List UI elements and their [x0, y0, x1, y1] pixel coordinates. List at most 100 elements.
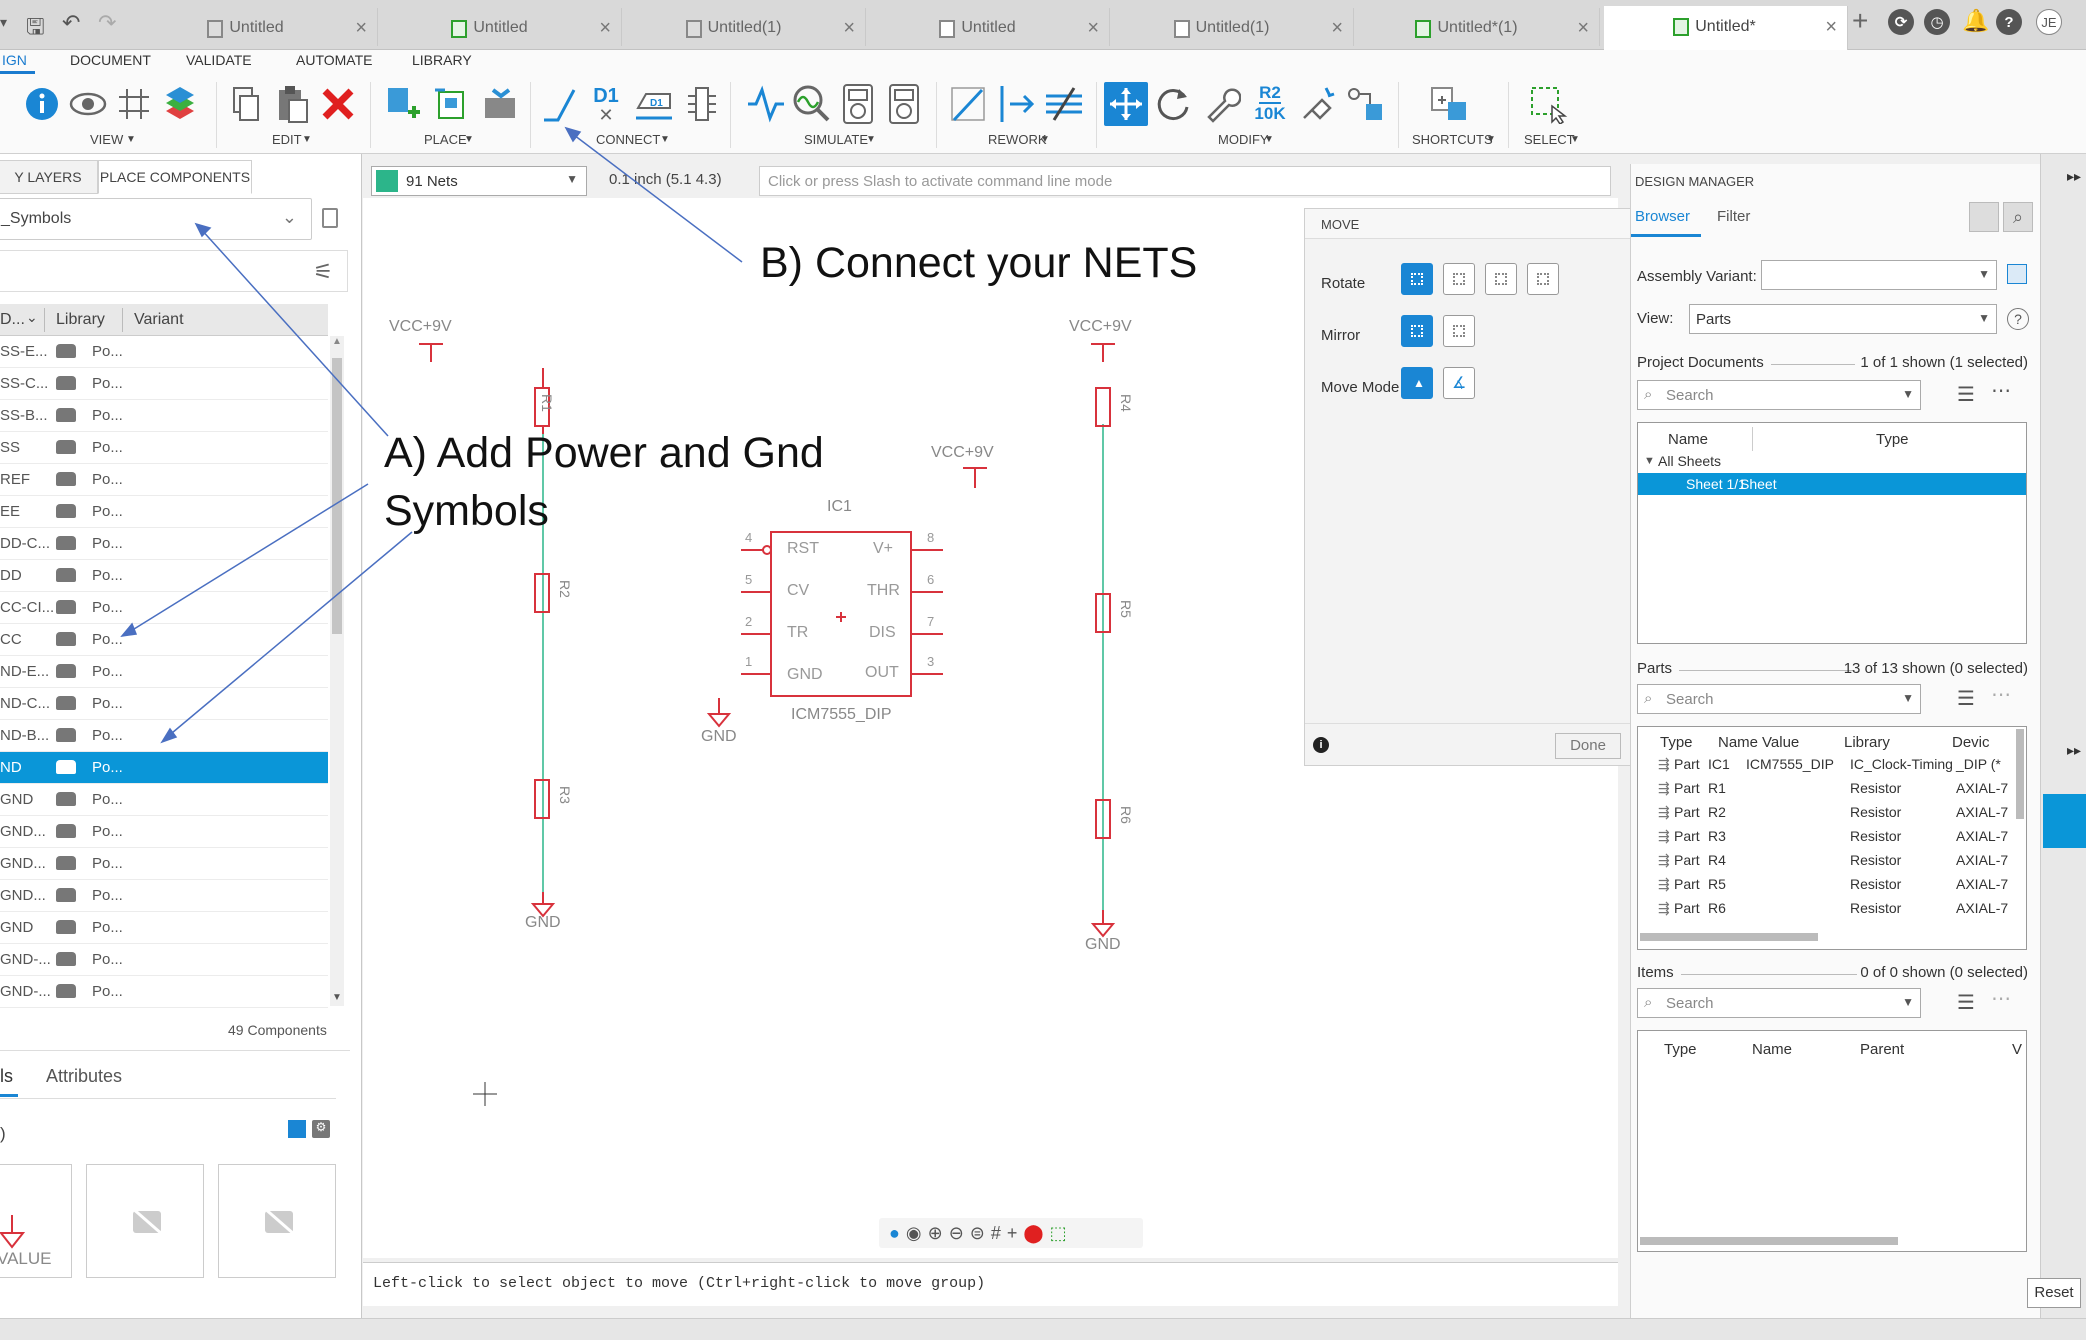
- list-item[interactable]: GND Po...: [0, 912, 328, 944]
- close-icon[interactable]: ×: [1825, 16, 1837, 39]
- items-search[interactable]: ⌕ Search ▼: [1637, 988, 1921, 1018]
- tab-untitled-3d[interactable]: Untitled ×: [136, 8, 378, 46]
- probe-magnifier-icon[interactable]: [790, 82, 834, 126]
- eye-visibility-icon[interactable]: [66, 82, 110, 126]
- col-header-library[interactable]: Library: [1844, 734, 1890, 751]
- notifications-bell-icon[interactable]: 🔔: [1962, 8, 1989, 34]
- list-item[interactable]: REF Po...: [0, 464, 328, 496]
- symbol-preview[interactable]: VALUE: [0, 1164, 72, 1278]
- library-select[interactable]: _Symbols ⌄: [0, 198, 312, 240]
- stop-icon[interactable]: ⬤: [1023, 1223, 1043, 1244]
- parts-search[interactable]: ⌕ Search ▼: [1637, 684, 1921, 714]
- list-item[interactable]: EE Po...: [0, 496, 328, 528]
- col-header-type[interactable]: Type: [1664, 1041, 1697, 1058]
- list-item[interactable]: ND-E... Po...: [0, 656, 328, 688]
- search-icon[interactable]: ⌕: [2003, 202, 2033, 232]
- simulate-signal-icon[interactable]: [744, 82, 788, 126]
- tab-untitled-schematic[interactable]: Untitled ×: [380, 8, 622, 46]
- view-grid-icon[interactable]: [288, 1120, 306, 1138]
- expand-panel-icon[interactable]: ▸▸: [2067, 168, 2081, 185]
- rework-arrow-icon[interactable]: [994, 82, 1038, 126]
- eye-icon[interactable]: ◉: [906, 1223, 922, 1244]
- net-wire-icon[interactable]: [538, 82, 582, 126]
- tab-attributes[interactable]: Attributes: [46, 1066, 122, 1087]
- tab-browser[interactable]: Browser: [1635, 208, 1690, 225]
- list-item[interactable]: ND-C... Po...: [0, 688, 328, 720]
- ribbon-tab-automate[interactable]: AUTOMATE: [288, 52, 381, 70]
- list-item[interactable]: SS-E... Po...: [0, 336, 328, 368]
- command-line-input[interactable]: Click or press Slash to activate command…: [759, 166, 1611, 196]
- library-settings-icon[interactable]: [322, 208, 338, 228]
- ribbon-tab-library[interactable]: LIBRARY: [404, 52, 480, 70]
- info-icon[interactable]: i: [1313, 737, 1329, 753]
- list-options-icon[interactable]: ☰: [1957, 990, 1975, 1015]
- layers-icon[interactable]: [158, 82, 202, 126]
- tab-untitled-board[interactable]: Untitled ×: [868, 8, 1110, 46]
- undo-icon[interactable]: ↶: [62, 10, 80, 36]
- tab-untitled-1-3d[interactable]: Untitled(1) ×: [624, 8, 866, 46]
- expand-panel-icon[interactable]: ▸▸: [2067, 742, 2081, 759]
- wrench-icon[interactable]: [1200, 82, 1244, 126]
- select-box-icon[interactable]: ⬚: [1050, 1223, 1067, 1244]
- list-item[interactable]: GND-... Po...: [0, 944, 328, 976]
- more-options-icon[interactable]: ⋯: [1991, 378, 2011, 403]
- sim-instrument-icon[interactable]: [882, 82, 926, 126]
- 3d-model-preview[interactable]: [218, 1164, 336, 1278]
- rotate-0-button[interactable]: [1401, 263, 1433, 295]
- list-item[interactable]: ND-B... Po...: [0, 720, 328, 752]
- grid-icon[interactable]: #: [991, 1223, 1001, 1244]
- name-net-icon[interactable]: D1 ✕: [584, 82, 628, 126]
- reset-button[interactable]: Reset: [2027, 1278, 2081, 1308]
- rotate-270-button[interactable]: [1527, 263, 1559, 295]
- list-options-icon[interactable]: ☰: [1957, 686, 1975, 711]
- info-icon[interactable]: ●: [889, 1223, 900, 1244]
- rotate-180-button[interactable]: [1485, 263, 1517, 295]
- close-icon[interactable]: ×: [355, 17, 367, 40]
- list-item[interactable]: SS Po...: [0, 432, 328, 464]
- col-header-parent[interactable]: Parent: [1860, 1041, 1904, 1058]
- save-icon[interactable]: 🖫: [26, 10, 45, 48]
- mirror-pins-icon[interactable]: [1344, 82, 1388, 126]
- table-row[interactable]: ⇶ Part R3 Resistor AXIAL-7: [1638, 825, 2026, 849]
- tab-untitled-1-board[interactable]: Untitled(1) ×: [1112, 8, 1354, 46]
- table-row[interactable]: ⇶ Part R2 Resistor AXIAL-7: [1638, 801, 2026, 825]
- smash-icon[interactable]: [1296, 82, 1340, 126]
- close-icon[interactable]: ×: [1331, 17, 1343, 40]
- list-options-icon[interactable]: ☰: [1957, 382, 1975, 407]
- col-header-name[interactable]: Name: [1668, 431, 1708, 448]
- select-pointer-icon[interactable]: [1969, 202, 1999, 232]
- net-class-select[interactable]: 91 Nets ▼: [371, 166, 587, 196]
- ribbon-tab-validate[interactable]: VALIDATE: [178, 52, 260, 70]
- ribbon-tab-document[interactable]: DOCUMENT: [62, 52, 159, 70]
- more-options-icon[interactable]: ⋯: [1991, 682, 2011, 707]
- col-header-v[interactable]: V: [2012, 1041, 2022, 1058]
- list-scrollbar[interactable]: ▲ ▼: [330, 336, 344, 1006]
- shortcuts-icon[interactable]: [1428, 82, 1472, 126]
- info-icon[interactable]: [20, 82, 64, 126]
- side-panel-highlight[interactable]: [2043, 794, 2086, 848]
- help-icon[interactable]: ?: [1996, 9, 2022, 35]
- col-header-library[interactable]: Library: [56, 311, 105, 329]
- rework-slash-icon[interactable]: [946, 82, 990, 126]
- tab-untitled-star-active[interactable]: Untitled* ×: [1604, 6, 1848, 50]
- zoom-in-icon[interactable]: ⊕: [928, 1223, 943, 1244]
- list-item[interactable]: SS-B... Po...: [0, 400, 328, 432]
- filter-sliders-icon[interactable]: ⚟: [313, 259, 333, 285]
- ribbon-tab-design[interactable]: IGN: [0, 52, 35, 74]
- table-row[interactable]: ⇶ Part IC1 ICM7555_DIP IC_Clock-Timing _DIP (…: [1638, 753, 2026, 777]
- table-row[interactable]: ⇶ Part R5 Resistor AXIAL-7: [1638, 873, 2026, 897]
- mirror-on-button[interactable]: [1443, 315, 1475, 347]
- done-button[interactable]: Done: [1555, 733, 1621, 759]
- parts-hscrollbar-thumb[interactable]: [1640, 933, 1818, 941]
- col-header-type[interactable]: Type: [1876, 431, 1909, 448]
- settings-gear-icon[interactable]: ⚙: [312, 1120, 330, 1138]
- move-mode-angle-button[interactable]: ∡: [1443, 367, 1475, 399]
- items-hscrollbar-thumb[interactable]: [1640, 1237, 1898, 1245]
- table-row[interactable]: ⇶ Part R4 Resistor AXIAL-7: [1638, 849, 2026, 873]
- project-documents-search[interactable]: ⌕ Search ▼: [1637, 380, 1921, 410]
- list-item[interactable]: DD Po...: [0, 560, 328, 592]
- bus-icon[interactable]: [680, 82, 724, 126]
- col-header-device[interactable]: D...: [0, 311, 25, 329]
- list-item[interactable]: GND... Po...: [0, 848, 328, 880]
- col-header-value[interactable]: Value: [1762, 734, 1799, 751]
